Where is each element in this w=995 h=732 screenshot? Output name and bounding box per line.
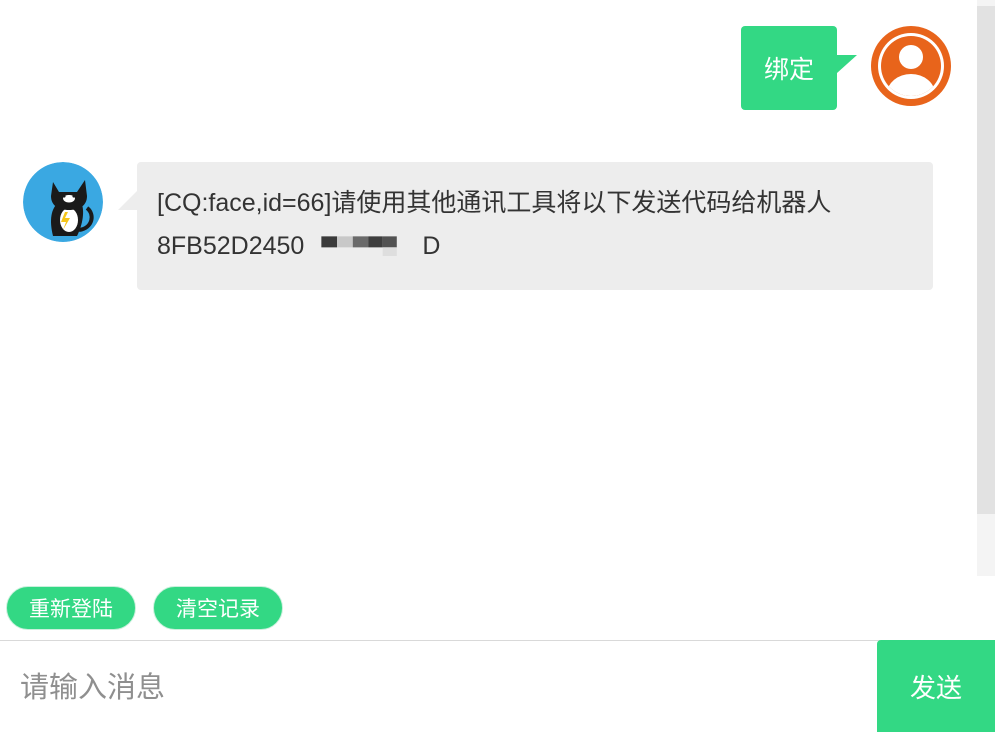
message-list-scrollbar[interactable] [977,0,995,576]
relogin-button-label: 重新登陆 [29,597,113,621]
chat-app: 绑定 [CQ:face,id=66]请使用其他通讯工具将以下发送代码给机器人 8… [0,0,995,732]
verification-code-redacted [304,232,422,260]
relogin-button[interactable]: 重新登陆 [6,586,136,630]
verification-code-end: D [422,232,441,260]
verification-code-start: 8FB52D2450 [157,232,305,260]
clear-history-button-label: 清空记录 [176,597,260,621]
send-button[interactable]: 发送 [877,640,995,732]
user-avatar-icon [871,26,951,106]
incoming-message-line-1: [CQ:face,id=66]请使用其他通讯工具将以下发送代码给机器人 [157,189,832,217]
cat-avatar-icon [23,162,103,242]
clear-history-button[interactable]: 清空记录 [153,586,283,630]
incoming-message-line-2: 8FB52D2450 D [157,225,915,268]
incoming-message-bubble: [CQ:face,id=66]请使用其他通讯工具将以下发送代码给机器人 8FB5… [137,162,933,290]
scrollbar-thumb[interactable] [977,6,995,514]
composer [0,640,995,732]
outgoing-message-text: 绑定 [763,55,814,84]
incoming-bubble-tail [118,190,138,210]
message-list[interactable]: 绑定 [CQ:face,id=66]请使用其他通讯工具将以下发送代码给机器人 8… [0,0,977,576]
message-input[interactable] [0,641,877,732]
bot-avatar [23,162,103,242]
outgoing-bubble-tail [837,55,857,73]
outgoing-message-bubble: 绑定 [741,26,837,110]
send-button-label: 发送 [909,673,962,704]
